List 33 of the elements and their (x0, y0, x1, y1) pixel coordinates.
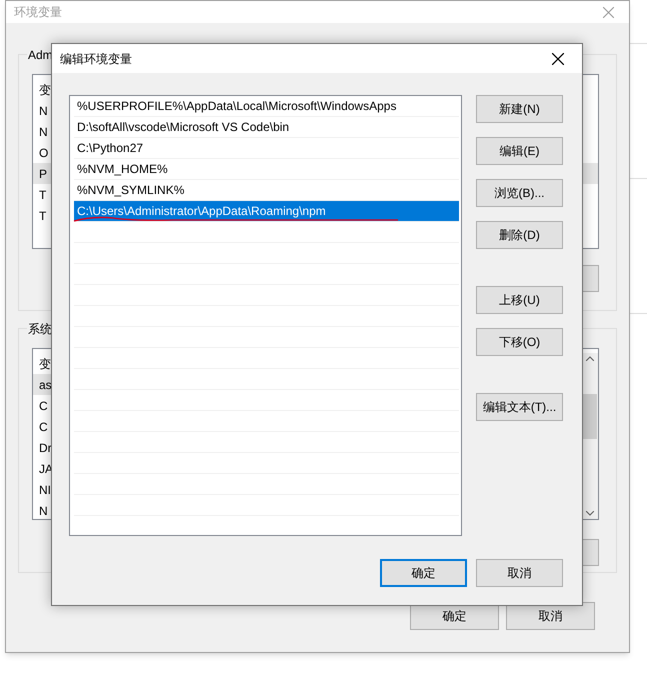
list-item[interactable]: Dr (39, 438, 52, 456)
path-entry[interactable]: %NVM_HOME% (74, 159, 459, 179)
side-button[interactable]: 删除(D) (476, 221, 563, 249)
list-item[interactable]: 变 (39, 80, 51, 98)
path-entry[interactable]: D:\softAll\vscode\Microsoft VS Code\bin (74, 117, 459, 137)
dialog-title: 编辑环境变量 (60, 50, 132, 68)
list-item[interactable]: NI (39, 480, 51, 498)
list-item[interactable]: N (39, 102, 48, 120)
path-entry[interactable]: C:\Users\Administrator\AppData\Roaming\npm (74, 201, 459, 221)
path-entry[interactable]: %NVM_SYMLINK% (74, 180, 459, 200)
list-item[interactable]: N (39, 122, 48, 140)
cancel-button[interactable]: 取消 (476, 559, 563, 587)
window-title: 环境变量 (14, 4, 62, 21)
list-item[interactable]: T (39, 206, 46, 224)
list-item[interactable]: P (39, 164, 48, 182)
scrollbar-thumb[interactable] (582, 394, 597, 438)
side-button[interactable]: 浏览(B)... (476, 179, 563, 207)
list-item[interactable]: T (39, 186, 46, 204)
list-item[interactable]: O (39, 144, 48, 162)
side-button[interactable]: 新建(N) (476, 95, 563, 123)
list-item[interactable]: C (39, 396, 48, 414)
list-item[interactable]: as (39, 376, 52, 394)
path-entry[interactable]: C:\Python27 (74, 138, 459, 158)
side-button[interactable]: 编辑文本(T)... (476, 393, 563, 421)
close-icon[interactable] (552, 52, 564, 64)
list-item[interactable]: N (39, 502, 48, 520)
ok-button[interactable]: 确定 (380, 559, 467, 587)
side-button[interactable]: 下移(O) (476, 328, 563, 356)
list-item[interactable]: C (39, 418, 48, 436)
side-button[interactable]: 上移(U) (476, 286, 563, 314)
list-item[interactable]: 变 (39, 354, 51, 372)
side-button[interactable]: 编辑(E) (476, 137, 563, 165)
path-entry[interactable]: %USERPROFILE%\AppData\Local\Microsoft\WindowsApps (74, 96, 459, 116)
